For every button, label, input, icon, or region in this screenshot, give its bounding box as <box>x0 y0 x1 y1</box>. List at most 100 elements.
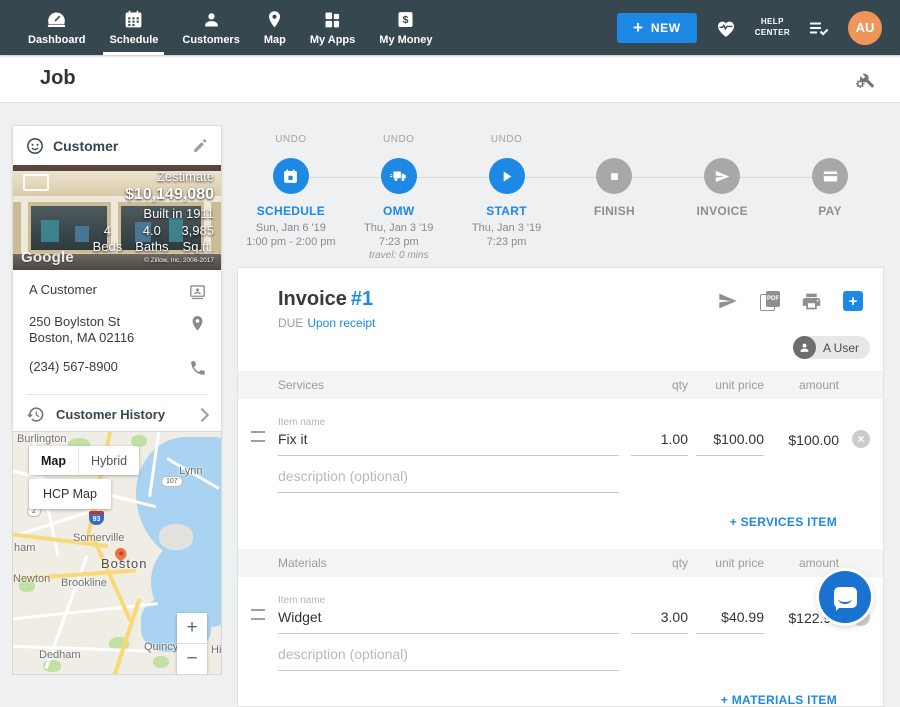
pdf-icon[interactable]: PDF <box>760 291 780 311</box>
zoom-in-button[interactable]: + <box>177 613 207 643</box>
assigned-user-chip[interactable]: A User <box>793 336 870 359</box>
customer-name: A Customer <box>29 282 97 298</box>
customer-history-link[interactable]: Customer History <box>13 395 221 435</box>
job-timeline: UNDO SCHEDULE Sun, Jan 6 '19 1:00 pm - 2… <box>237 130 884 260</box>
add-services-item-link[interactable]: + SERVICES ITEM <box>730 515 837 529</box>
print-icon[interactable] <box>801 291 822 312</box>
map-label-burlington: Burlington <box>17 433 67 445</box>
due-terms-link[interactable]: Upon receipt <box>307 316 375 330</box>
new-button[interactable]: + NEW <box>617 13 697 43</box>
streetview-pano-icon[interactable] <box>23 174 49 191</box>
item-name-label: Item name <box>278 417 619 428</box>
service-qty-input[interactable] <box>631 431 688 456</box>
assigned-user-name: A User <box>823 341 859 355</box>
invoice-number[interactable]: #1 <box>351 288 373 310</box>
drag-handle-icon[interactable] <box>251 431 265 442</box>
undo-start-link[interactable]: UNDO <box>491 134 522 146</box>
chat-bubble-button[interactable] <box>819 571 871 623</box>
top-navbar: Dashboard Schedule Customers Map My Apps… <box>0 0 900 55</box>
nav-schedule[interactable]: Schedule <box>97 0 170 55</box>
amount-column-header: amount <box>764 378 839 392</box>
map-type-map-button[interactable]: Map <box>29 446 79 475</box>
credit-card-icon[interactable] <box>812 158 848 194</box>
property-photo: Zestimate $10,149,080 Built in 1911 4Bed… <box>13 165 221 270</box>
calendar-icon <box>282 168 299 185</box>
timeline-step-finish: FINISH <box>560 130 668 263</box>
service-unit-price-input[interactable] <box>696 431 764 456</box>
svg-text:$: $ <box>403 14 409 26</box>
material-unit-price-input[interactable] <box>696 609 764 634</box>
nav-my-apps[interactable]: My Apps <box>298 0 367 55</box>
map-widget[interactable]: Burlington Lynn ham Somerville Boston Ne… <box>12 431 222 675</box>
send-icon <box>714 168 731 185</box>
schedule-step-button[interactable] <box>273 158 309 194</box>
phone-icon[interactable] <box>189 359 207 377</box>
service-description-input[interactable] <box>278 468 619 493</box>
service-item-name-input[interactable] <box>278 431 619 456</box>
hcp-map-button[interactable]: HCP Map <box>29 479 111 509</box>
address-line2: Boston, MA 02116 <box>29 330 134 345</box>
stop-icon <box>607 169 622 184</box>
customer-history-label: Customer History <box>56 407 165 422</box>
contact-card-icon[interactable] <box>188 282 207 301</box>
customer-details: A Customer 250 Boylston StBoston, MA 021… <box>13 270 221 394</box>
timeline-step-omw: UNDO OMW Thu, Jan 3 '19 7:23 pm travel: … <box>345 130 453 263</box>
help-center-link[interactable]: HELP CENTER <box>755 17 790 39</box>
material-description-row <box>238 646 883 671</box>
map-label-waltham: ham <box>14 542 35 554</box>
i93-shield-badge: 93 <box>89 511 104 525</box>
send-invoice-icon[interactable] <box>717 290 739 312</box>
material-description-input[interactable] <box>278 646 619 671</box>
timeline-step-pay: PAY <box>776 130 884 263</box>
user-avatar[interactable]: AU <box>848 11 882 45</box>
invoice-step-button[interactable] <box>704 158 740 194</box>
apps-grid-icon <box>322 9 343 30</box>
nav-my-money[interactable]: $ My Money <box>367 0 444 55</box>
material-line-item: Item name $122.97 × <box>238 595 883 634</box>
undo-schedule-link[interactable]: UNDO <box>275 134 306 146</box>
nav-map[interactable]: Map <box>252 0 298 55</box>
checklist-icon[interactable] <box>807 16 831 40</box>
nav-customers-label: Customers <box>182 34 239 46</box>
nav-customers[interactable]: Customers <box>170 0 251 55</box>
timeline-step-schedule: UNDO SCHEDULE Sun, Jan 6 '19 1:00 pm - 2… <box>237 130 345 263</box>
omw-step-button[interactable] <box>381 158 417 194</box>
route-107-badge: 107 <box>161 476 183 487</box>
zestimate-overlay: Zestimate $10,149,080 Built in 1911 4Bed… <box>93 169 214 264</box>
plus-icon: + <box>633 19 643 36</box>
edit-pencil-icon[interactable] <box>192 137 209 154</box>
navbar-right: + NEW HELP CENTER AU <box>617 0 900 55</box>
finish-step-button[interactable] <box>596 158 632 194</box>
primary-nav: Dashboard Schedule Customers Map My Apps… <box>0 0 444 55</box>
customer-address-row: 250 Boylston StBoston, MA 02116 <box>29 314 207 346</box>
nav-dashboard-label: Dashboard <box>28 34 85 46</box>
map-type-hybrid-button[interactable]: Hybrid <box>79 446 139 475</box>
drag-handle-icon[interactable] <box>251 609 265 620</box>
remove-service-item-icon[interactable]: × <box>852 430 870 448</box>
start-step-button[interactable] <box>489 158 525 194</box>
new-button-label: NEW <box>651 21 681 35</box>
nav-my-apps-label: My Apps <box>310 34 355 46</box>
customer-card-header: Customer <box>13 126 221 165</box>
job-tools-icon[interactable] <box>854 68 876 90</box>
page-title: Job <box>40 67 76 90</box>
face-icon <box>25 136 45 156</box>
map-label-newton: Newton <box>13 573 50 585</box>
heartbeat-icon[interactable] <box>714 16 738 40</box>
person-icon <box>201 9 222 30</box>
materials-section-title: Materials <box>278 556 619 570</box>
location-pin-icon[interactable] <box>188 314 207 333</box>
material-item-name-input[interactable] <box>278 609 619 634</box>
material-qty-input[interactable] <box>631 609 688 634</box>
dollar-icon: $ <box>395 9 416 30</box>
google-watermark: Google <box>21 249 74 266</box>
built-year: Built in 1911 <box>93 206 214 221</box>
customer-name-row: A Customer <box>29 282 207 301</box>
nav-dashboard[interactable]: Dashboard <box>16 0 97 55</box>
customer-card-title: Customer <box>53 138 118 154</box>
zoom-out-button[interactable]: − <box>177 643 207 674</box>
add-materials-item-link[interactable]: + MATERIALS ITEM <box>721 693 837 707</box>
undo-omw-link[interactable]: UNDO <box>383 134 414 146</box>
add-invoice-button[interactable]: + <box>843 291 863 311</box>
photo-attribution: © Zillow, Inc. 2006-2017 <box>93 257 214 264</box>
